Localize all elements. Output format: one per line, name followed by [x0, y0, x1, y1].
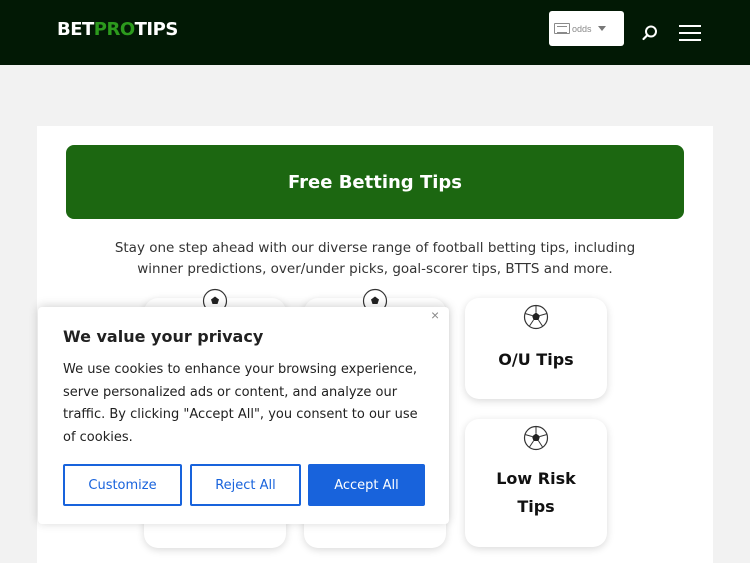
cookie-dialog-body: We use cookies to enhance your browsing … [63, 362, 418, 445]
hamburger-menu-button[interactable] [679, 25, 701, 41]
site-header: BETPROTIPS odds [0, 0, 750, 65]
menu-icon-bar [679, 32, 701, 34]
tip-category-low-risk-tips[interactable]: Low Risk Tips [465, 419, 607, 547]
site-logo[interactable]: BETPROTIPS [57, 19, 178, 40]
intro-text: Stay one step ahead with our diverse ran… [114, 240, 636, 277]
tile-label: O/U Tips [498, 350, 574, 369]
cookie-dialog-title: We value your privacy [63, 327, 264, 346]
logo-text-pro: PRO [93, 19, 135, 40]
customize-button[interactable]: Customize [63, 464, 182, 506]
logo-text-bet: BET [57, 19, 94, 40]
menu-icon-bar [679, 25, 701, 27]
odds-format-select[interactable]: odds [549, 11, 624, 46]
tile-label: Low Risk Tips [496, 469, 576, 516]
odds-format-label: odds [572, 23, 592, 34]
cookie-consent-dialog: × We value your privacy We use cookies t… [38, 307, 449, 524]
odds-format-icon [554, 23, 570, 34]
page-title: Free Betting Tips [287, 171, 463, 193]
close-icon[interactable]: × [431, 307, 443, 323]
menu-icon-bar [679, 39, 701, 41]
tip-category-ou-tips[interactable]: O/U Tips [465, 298, 607, 399]
logo-text-tips: TIPS [134, 19, 179, 40]
search-icon [642, 25, 657, 41]
soccer-ball-icon [523, 425, 549, 451]
soccer-ball-icon [523, 304, 549, 330]
accept-all-button[interactable]: Accept All [308, 464, 425, 506]
reject-all-button[interactable]: Reject All [190, 464, 301, 506]
search-button[interactable] [641, 24, 659, 42]
caret-down-icon [597, 26, 606, 31]
hero-banner: Free Betting Tips [66, 145, 684, 219]
